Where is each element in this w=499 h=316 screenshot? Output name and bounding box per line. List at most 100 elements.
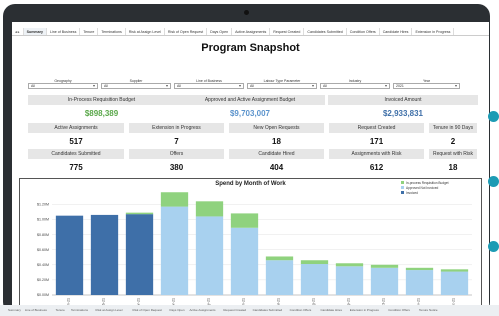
bottom-tab[interactable]: Request Created	[223, 308, 246, 312]
metric-label: Assignments with Risk	[329, 149, 424, 159]
bar-approved-not-invoiced	[265, 260, 294, 295]
budget-label: Invoiced Amount	[328, 95, 478, 105]
legend-label: In-process Requisition Budget	[406, 180, 449, 185]
bottom-tab-strip: Summary Line of Business Tenure Termination…	[0, 305, 499, 316]
bottom-tab[interactable]: Line of Business	[25, 308, 47, 312]
bottom-tab[interactable]: Active Assignments	[190, 308, 216, 312]
spend-chart: Spend by Month of Work In-process Requis…	[19, 178, 482, 311]
side-bubble-2	[488, 176, 499, 187]
metric-value: 18	[272, 137, 281, 146]
bottom-tab[interactable]: Risk of Open Request	[133, 308, 162, 312]
device-frame: ◂ ▸ Summary Line of Business Tenure Terminat…	[3, 4, 490, 314]
bar-approved-not-invoiced	[195, 216, 224, 295]
tab-days-open[interactable]: Days Open	[207, 28, 233, 35]
bar-approved-not-invoiced	[370, 267, 399, 295]
bar-in-process-requisition-budget	[440, 269, 469, 272]
metric-value: 380	[169, 163, 184, 172]
filter-bar: Geography All Supplier All Line of Business A…	[28, 79, 464, 91]
y-tick-label: $0.40M	[37, 263, 49, 267]
y-tick-label: $1.20M	[37, 203, 49, 207]
bar-invoiced	[90, 214, 119, 295]
tab-extension-in-progress[interactable]: Extension in Progress	[412, 28, 455, 35]
legend-label: Approved Not Invoiced	[406, 185, 439, 190]
metric-value: 404	[269, 163, 284, 172]
budget-value: $9,703,007	[229, 109, 271, 118]
budget-value: $2,933,831	[382, 109, 424, 118]
bottom-tab[interactable]: Extension in Progress	[350, 308, 379, 312]
tab-request-created[interactable]: Request Created	[270, 28, 305, 35]
bar-in-process-requisition-budget	[195, 201, 224, 217]
bar-in-process-requisition-budget	[230, 213, 259, 228]
bar-in-process-requisition-budget	[125, 212, 154, 215]
bottom-tab[interactable]: Condition Offers	[290, 308, 312, 312]
bottom-tab[interactable]: Candidate Hires	[320, 308, 342, 312]
budget-label: Approved and Active Assignment Budget	[175, 95, 325, 105]
y-tick-label: $0.00M	[37, 293, 49, 297]
tab-risk-of-open-request[interactable]: Risk of Open Request	[165, 28, 208, 35]
filter-geography: Geography All	[28, 79, 98, 91]
metric-label: Tenure in 90 Days	[429, 123, 477, 133]
tab-candidates-submitted[interactable]: Candidates Submitted	[304, 28, 347, 35]
tab-summary[interactable]: Summary	[23, 28, 47, 35]
tab-nav-arrows[interactable]: ◂ ▸	[12, 28, 24, 35]
chart-legend: In-process Requisition Budget Approved No…	[401, 180, 449, 195]
tab-active-assignments[interactable]: Active Assignments	[232, 28, 271, 35]
tab-bar: ◂ ▸ Summary Line of Business Tenure Terminat…	[12, 28, 489, 36]
metric-label: Active Assignments	[28, 123, 124, 133]
legend-label: Invoiced	[406, 190, 418, 195]
bottom-tab[interactable]: Risk at Assign Level	[96, 308, 123, 312]
bottom-tab[interactable]: Terminations	[71, 308, 88, 312]
metric-value: 18	[448, 163, 458, 172]
budget-label: In-Process Requisition Budget	[28, 95, 175, 105]
bar-invoiced	[55, 215, 84, 295]
metric-label: Extension in Progress	[129, 123, 224, 133]
filter-dropdown[interactable]: All	[101, 83, 171, 89]
bottom-tab[interactable]: Condition Offers	[388, 308, 410, 312]
chart-canvas: $0.00M $0.20M $0.40M $0.60M $0.80M $1.00M $1.2…	[37, 192, 472, 310]
filter-dropdown[interactable]: All	[28, 83, 98, 89]
metric-label: Request Created	[329, 123, 424, 133]
side-bubble-1	[488, 111, 499, 122]
bar-approved-not-invoiced	[405, 270, 434, 295]
tab-risk-at-assign-level[interactable]: Risk at Assign Level	[126, 28, 165, 35]
camera-dot	[244, 10, 249, 15]
y-tick-label: $0.20M	[37, 278, 49, 282]
filter-dropdown[interactable]: All	[174, 83, 244, 89]
bar-approved-not-invoiced	[230, 227, 259, 295]
bottom-tab[interactable]: Days Open	[170, 308, 185, 312]
filter-dropdown[interactable]: All	[320, 83, 390, 89]
tab-line-of-business[interactable]: Line of Business	[47, 28, 81, 35]
tab-candidate-hires[interactable]: Candidate Hires	[380, 28, 413, 35]
bar-approved-not-invoiced	[300, 264, 329, 295]
bar-in-process-requisition-budget	[160, 192, 189, 207]
filter-dropdown[interactable]: 2021	[393, 83, 460, 89]
filter-industry: Industry All	[320, 79, 390, 91]
dashboard-screen: ◂ ▸ Summary Line of Business Tenure Terminat…	[12, 22, 489, 314]
page-title: Program Snapshot	[201, 42, 300, 54]
legend-swatch	[401, 191, 404, 194]
budget-value: $898,389	[84, 109, 119, 118]
tab-terminations[interactable]: Terminations	[98, 28, 126, 35]
filter-supplier: Supplier All	[101, 79, 171, 91]
bottom-tab[interactable]: Summary	[8, 308, 21, 312]
filter-line-of-business: Line of Business All	[174, 79, 244, 91]
filter-dropdown[interactable]: All	[247, 83, 317, 89]
bar-approved-not-invoiced	[160, 206, 189, 295]
metric-label: Offers	[129, 149, 224, 159]
bottom-tab[interactable]: Tenure Notice	[419, 308, 438, 312]
metric-value: 517	[69, 137, 83, 146]
legend-swatch	[401, 181, 404, 184]
metric-value: 7	[174, 137, 179, 146]
metric-value: 775	[69, 163, 83, 172]
tab-condition-offers[interactable]: Condition Offers	[347, 28, 380, 35]
side-bubble-3	[488, 241, 499, 252]
filter-year: Year 2021	[393, 79, 460, 91]
tab-tenure[interactable]: Tenure	[80, 28, 99, 35]
bar-invoiced	[125, 214, 154, 295]
filter-labour-type-parameter: Labour Type Parameter All	[247, 79, 317, 91]
y-tick-label: $0.80M	[37, 233, 49, 237]
metric-label: New Open Requests	[229, 123, 324, 133]
bar-in-process-requisition-budget	[265, 256, 294, 261]
bottom-tab[interactable]: Tenure	[56, 308, 65, 312]
bottom-tab[interactable]: Candidates Submitted	[253, 308, 283, 312]
